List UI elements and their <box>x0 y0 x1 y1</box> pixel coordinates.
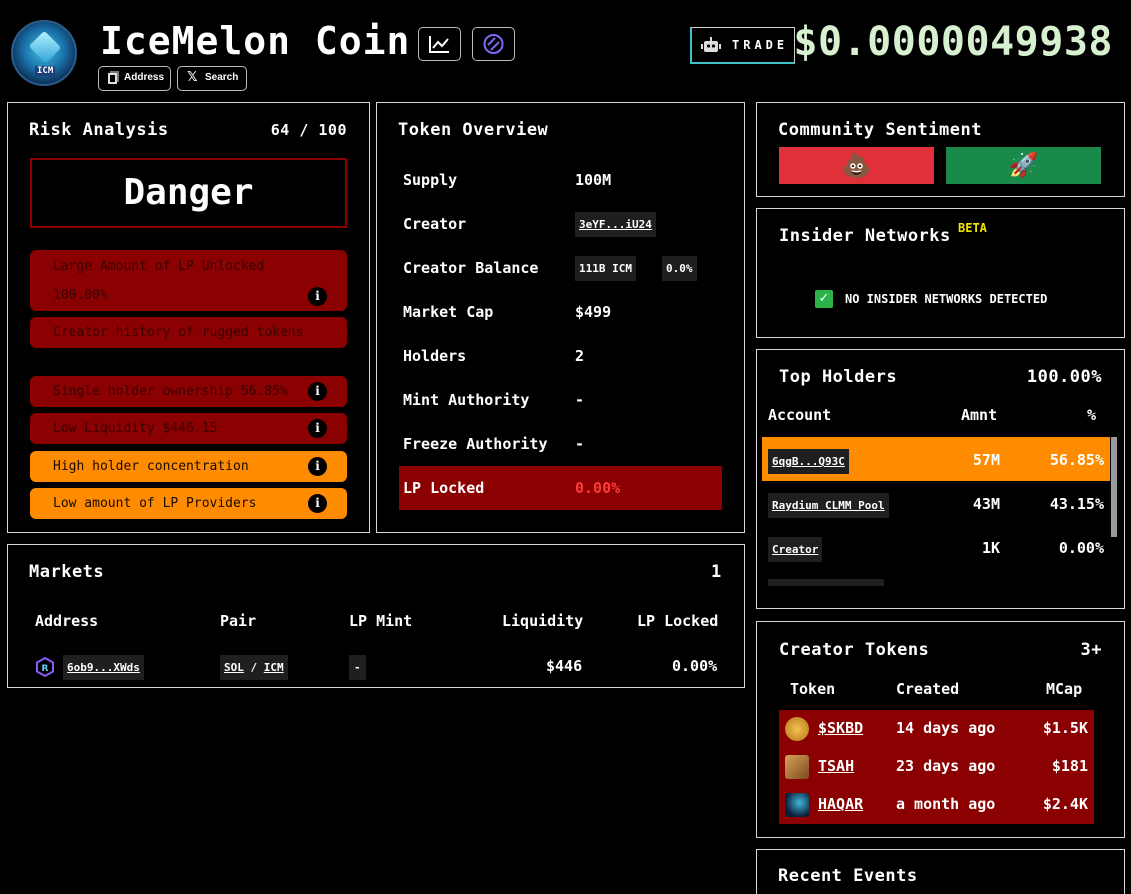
markets-col-address: Address <box>35 612 99 630</box>
info-icon[interactable]: i <box>308 287 327 306</box>
creator-tokens-count: 3+ <box>1080 640 1102 660</box>
vote-good-button[interactable]: 🚀 <box>946 147 1101 184</box>
info-icon[interactable]: i <box>308 381 327 401</box>
pair-base-link[interactable]: SOL <box>224 661 244 674</box>
svg-text:R: R <box>42 664 49 674</box>
risk-item-low-liquidity: Low Liquidity $446.15 i <box>30 413 347 444</box>
creator-balance-value: 111B ICM <box>575 256 636 281</box>
holders-col-account: Account <box>768 406 832 424</box>
search-button-label: Search <box>205 72 239 83</box>
markets-col-lp-mint: LP Mint <box>349 612 413 630</box>
creator-token-link[interactable]: TSAH <box>818 757 854 775</box>
vote-bad-button[interactable]: 💩 <box>779 147 934 184</box>
supply-value: 100M <box>575 171 612 189</box>
token-tsah-icon <box>785 755 809 779</box>
insider-status: NO INSIDER NETWORKS DETECTED <box>845 292 1048 306</box>
freeze-authority-value: - <box>575 435 585 453</box>
holder-row: Creator 1K 0.00% <box>762 525 1110 569</box>
coin-logo: ICM <box>11 20 77 86</box>
info-icon[interactable]: i <box>308 418 327 438</box>
creator-token-row: TSAH 23 days ago $181 <box>779 748 1094 786</box>
creator-tokens-col-mcap: MCap <box>1046 680 1083 698</box>
market-cap-value: $499 <box>575 303 612 321</box>
beta-badge: BETA <box>958 221 987 235</box>
solscan-button[interactable] <box>472 27 515 61</box>
recent-events-title: Recent Events <box>778 866 918 886</box>
copy-icon <box>108 73 117 84</box>
market-address-link[interactable]: 6ob9...XWds <box>63 655 144 680</box>
risk-title: Risk Analysis <box>29 120 169 140</box>
holder-account-link[interactable]: 6qgB...Q93C <box>768 449 849 474</box>
holder-account-link[interactable]: Raydium CLMM Pool <box>768 493 889 518</box>
markets-col-lp-locked: LP Locked <box>637 612 719 630</box>
creator-token-row: $SKBD 14 days ago $1.5K <box>779 710 1094 748</box>
sentiment-title: Community Sentiment <box>778 120 982 140</box>
risk-item-creator-history: Creator history of rugged tokens <box>30 317 347 348</box>
holder-row: 6qgB...Q93C 57M 56.85% <box>762 437 1110 481</box>
holders-value: 2 <box>575 347 585 365</box>
risk-item-holder-concentration: High holder concentration i <box>30 451 347 482</box>
holders-col-pct: % <box>1087 406 1097 424</box>
robot-icon <box>701 37 721 52</box>
lp-locked-value: 0.00% <box>575 479 621 497</box>
pair-quote-link[interactable]: ICM <box>264 661 284 674</box>
market-liquidity: $446 <box>546 657 583 675</box>
markets-title: Markets <box>29 562 105 582</box>
rocket-icon: 🚀 <box>1008 151 1039 179</box>
trade-button-label: TRADE <box>732 38 789 52</box>
creator-tokens-col-created: Created <box>896 680 960 698</box>
overview-title: Token Overview <box>398 120 549 140</box>
markets-col-pair: Pair <box>220 612 257 630</box>
creator-address-link[interactable]: 3eYF...iU24 <box>575 212 656 237</box>
line-chart-icon <box>429 36 449 53</box>
info-icon[interactable]: i <box>308 456 327 476</box>
holders-scrollbar[interactable] <box>1111 437 1117 537</box>
risk-item-single-holder: Single holder ownership 56.85% i <box>30 376 347 407</box>
creator-tokens-title: Creator Tokens <box>779 640 930 660</box>
address-button[interactable]: Address <box>98 66 171 91</box>
holders-col-amount: Amnt <box>961 406 998 424</box>
creator-tokens-col-token: Token <box>790 680 836 698</box>
creator-token-link[interactable]: $SKBD <box>818 719 863 737</box>
insider-title: Insider Networks <box>779 226 951 246</box>
coin-name: IceMelon Coin <box>100 19 411 63</box>
market-pair: SOL / ICM <box>220 655 288 680</box>
creator-token-link[interactable]: HAQAR <box>818 795 863 813</box>
token-price: $0.0000049938 <box>793 19 1113 65</box>
raydium-icon: R <box>35 656 55 678</box>
creator-token-row: HAQAR a month ago $2.4K <box>779 786 1094 824</box>
check-icon: ✓ <box>815 290 833 308</box>
risk-item-lp-unlocked: Large Amount of LP Unlocked 100.00% i <box>30 250 347 311</box>
market-lp-locked: 0.00% <box>672 657 718 675</box>
solscan-icon <box>483 34 504 54</box>
markets-col-liquidity: Liquidity <box>502 612 584 630</box>
token-skbd-icon <box>785 717 809 741</box>
risk-level: Danger <box>123 172 254 213</box>
token-haqar-icon <box>785 793 809 817</box>
creator-balance-pct: 0.0% <box>662 256 697 281</box>
mint-authority-value: - <box>575 391 585 409</box>
trade-button[interactable]: TRADE <box>690 27 795 64</box>
market-lp-mint: - <box>349 655 366 680</box>
chart-button[interactable] <box>418 27 461 61</box>
x-logo-icon: 𝕏 <box>187 70 198 85</box>
holder-row: Raydium CLMM Pool 43M 43.15% <box>762 481 1110 525</box>
logo-text: ICM <box>35 66 56 76</box>
risk-level-box: Danger <box>30 158 347 228</box>
poop-icon: 💩 <box>841 151 872 179</box>
logo-gem-icon <box>28 30 62 64</box>
address-button-label: Address <box>124 72 165 83</box>
info-icon[interactable]: i <box>308 493 327 513</box>
holder-account-link[interactable]: Creator <box>768 537 823 562</box>
search-x-button[interactable]: 𝕏 Search <box>177 66 247 91</box>
holders-title: Top Holders <box>779 367 898 387</box>
markets-count: 1 <box>711 562 722 582</box>
holders-total: 100.00% <box>1026 367 1102 387</box>
risk-score: 64 / 100 <box>270 121 347 139</box>
holder-row-partial <box>768 579 884 586</box>
risk-item-lp-providers: Low amount of LP Providers i <box>30 488 347 519</box>
